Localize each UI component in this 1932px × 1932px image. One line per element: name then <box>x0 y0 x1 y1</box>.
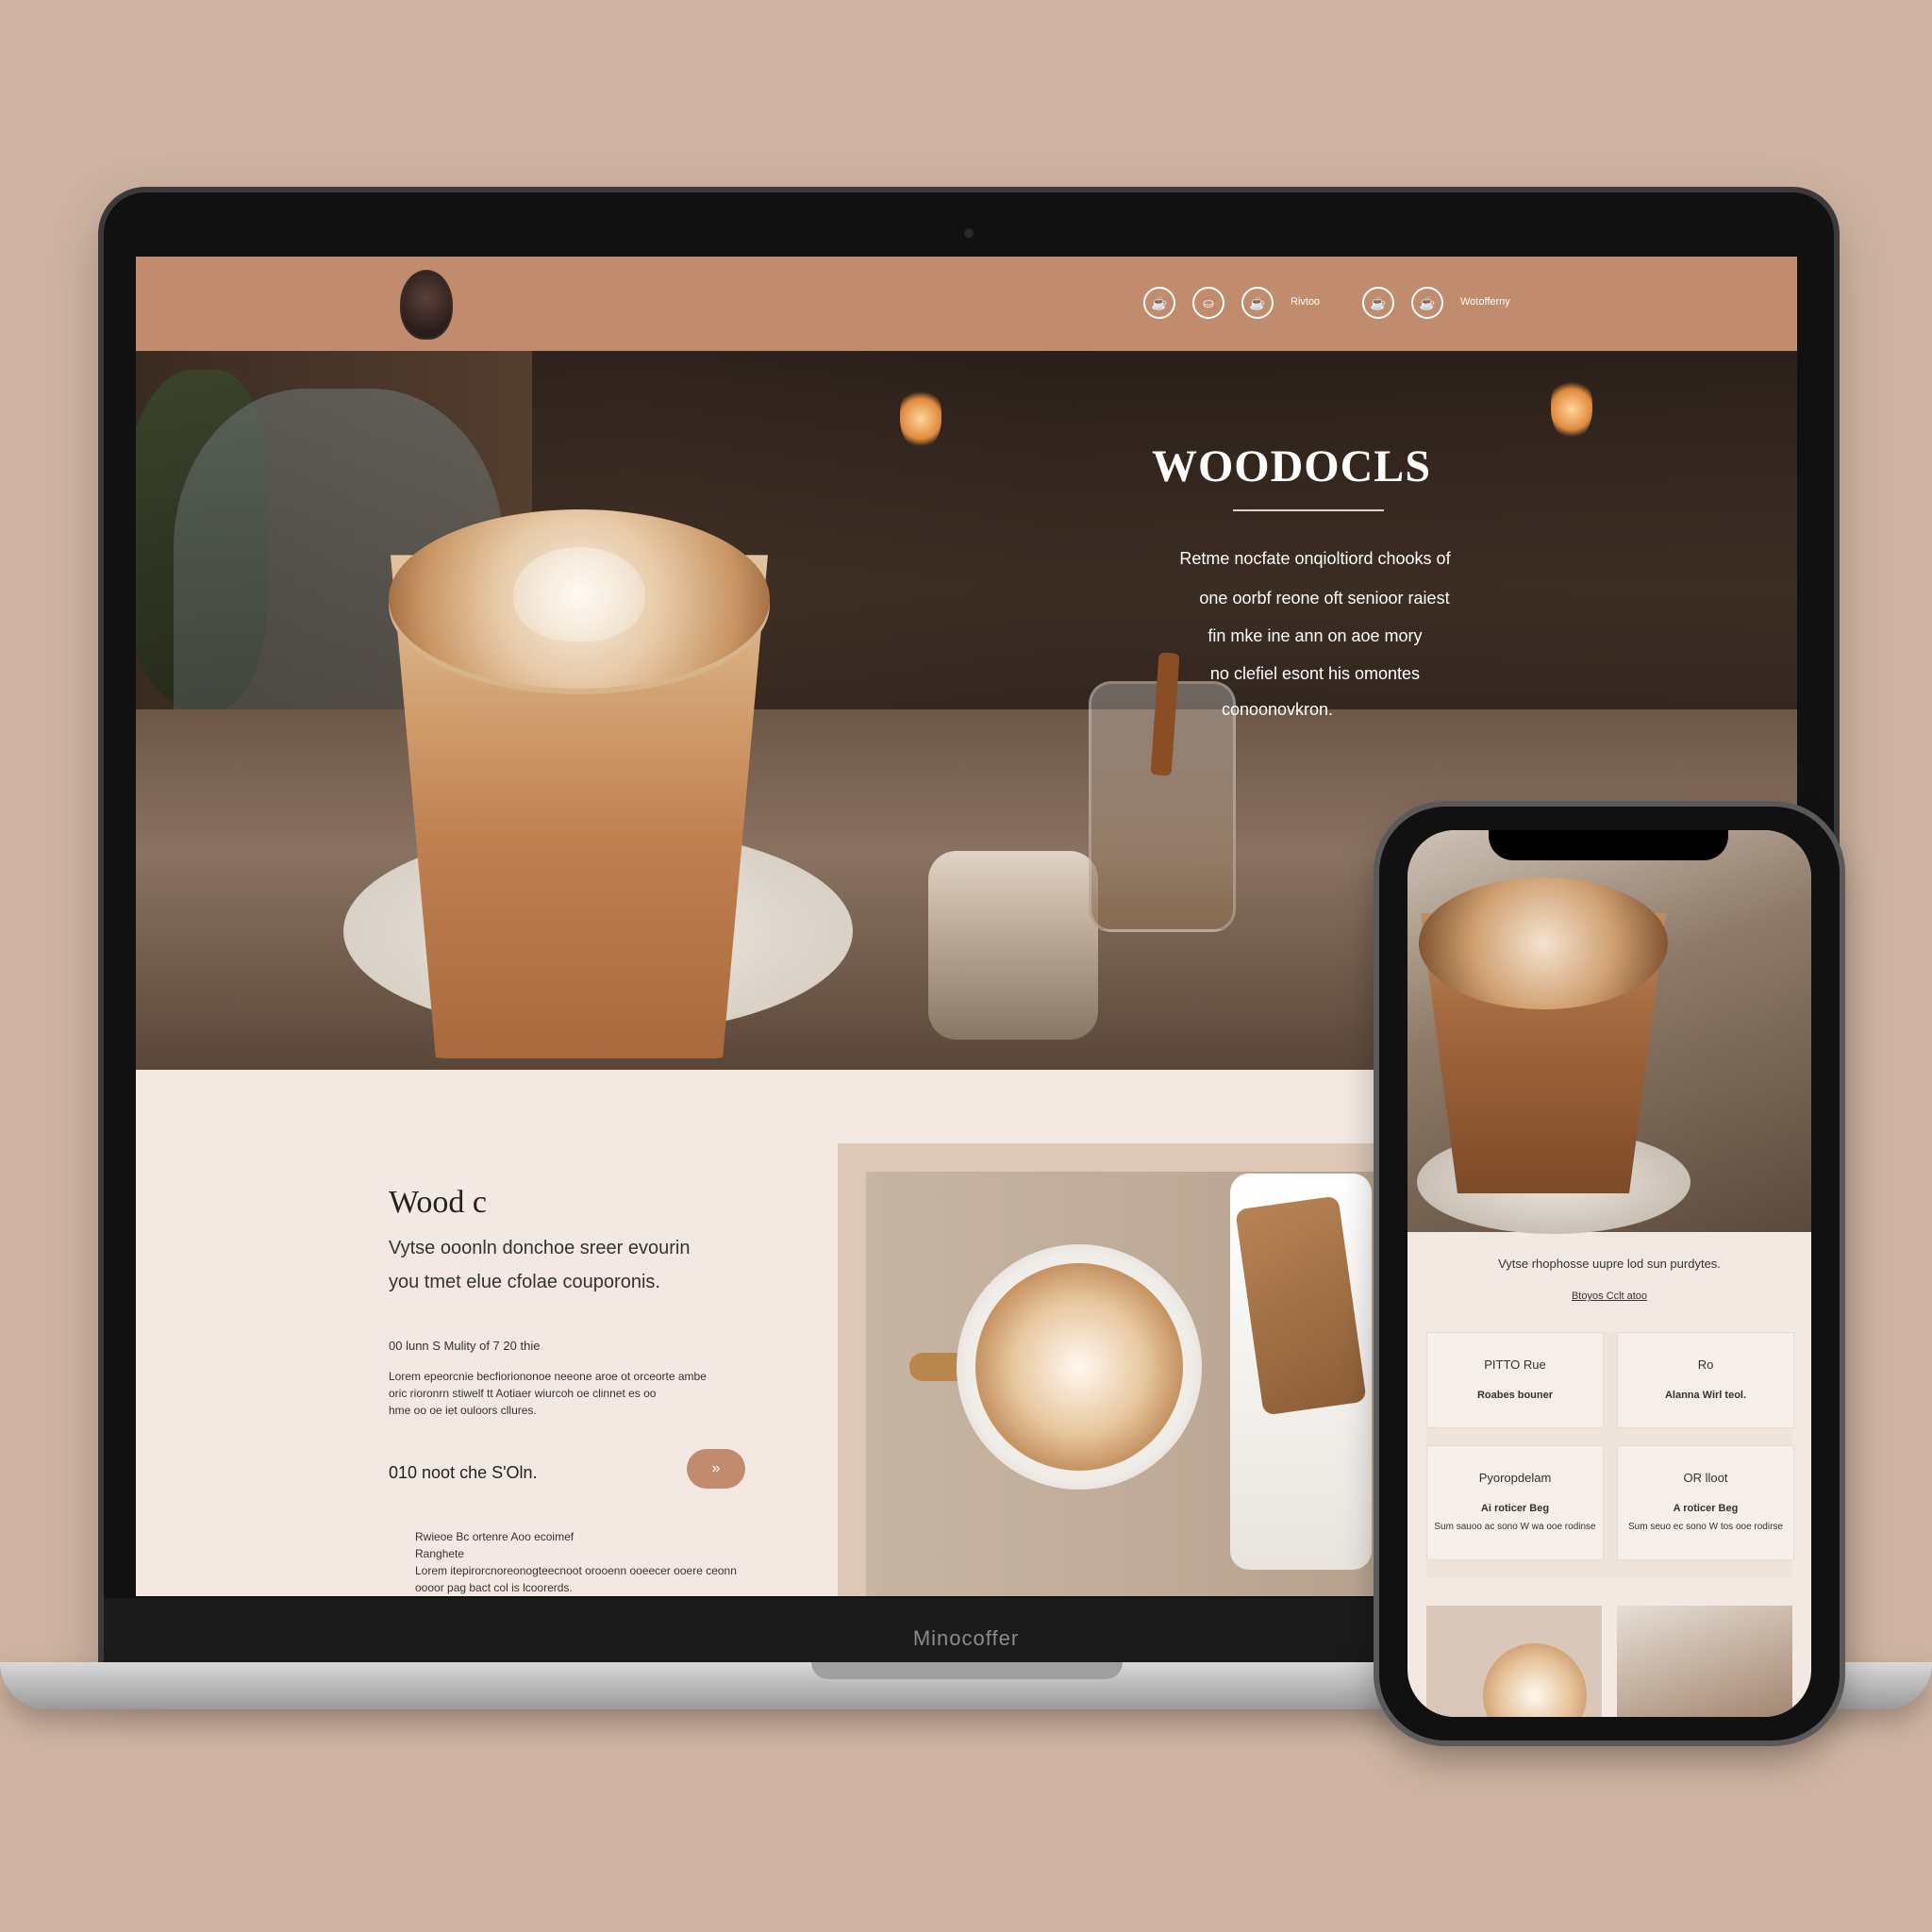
hero-line: no clefiel esont his omontes <box>1209 664 1421 683</box>
footnote-line: Ranghete <box>415 1547 465 1560</box>
card-title: PITTO Rue <box>1484 1357 1546 1372</box>
card-sub: Alanna Wirl teol. <box>1664 1390 1747 1401</box>
latte-cup <box>975 1263 1183 1471</box>
phone-subtitle: Vytse rhophosse uupre lod sun purdytes. <box>1498 1257 1721 1271</box>
section-title: Wood c <box>389 1185 487 1220</box>
footnote-line: Lorem itepirorcnoreonogteecnoot orooenn … <box>415 1564 737 1577</box>
nav-link-2[interactable]: Wotofferny <box>1460 296 1510 308</box>
phone-card[interactable]: OR lloot A roticer Beg Sum seuo ec sono … <box>1617 1445 1794 1560</box>
paragraph-line: Lorem epeorcnie becfioriononoe neeone ar… <box>389 1370 707 1383</box>
coffee-icon[interactable]: ☕ <box>1241 287 1274 319</box>
phone-hero-image <box>1407 830 1811 1234</box>
laptop-camera <box>964 228 974 238</box>
cup-icon[interactable]: ☕ <box>1411 287 1443 319</box>
hero-line: Retme nocfate onqioltiord chooks of <box>1179 549 1451 568</box>
section-meta: 00 lunn S Mulity of 7 20 thie <box>389 1339 541 1353</box>
cup-icon[interactable]: ☕ <box>1362 287 1394 319</box>
card-small: Sum sauoo ac sono W wa ooe rodinse <box>1434 1522 1596 1532</box>
hero-divider <box>1233 509 1384 511</box>
card-sub: A roticer Beg <box>1673 1503 1739 1514</box>
phone-photo-cup <box>1483 1643 1587 1717</box>
phone-link[interactable]: Btoyos Cclt atoo <box>1407 1291 1811 1302</box>
cup-icon[interactable]: ☕ <box>1143 287 1175 319</box>
hero-line: one oorbf reone oft senioor raiest <box>1199 589 1450 608</box>
pendant-lamp <box>900 389 941 449</box>
card-sub: Roabes bouner <box>1476 1390 1554 1401</box>
paragraph-line: hme oo oe iet ouloors cllures. <box>389 1404 537 1417</box>
phone-card[interactable]: Ro Alanna Wirl teol. <box>1617 1332 1794 1428</box>
card-title: Pyoropdelam <box>1478 1471 1552 1485</box>
phone-notch <box>1489 830 1728 860</box>
phone-photo-napkin <box>1617 1606 1792 1717</box>
phone-screen: Vytse rhophosse uupre lod sun purdytes. … <box>1407 830 1811 1717</box>
pot-icon[interactable]: ⛀ <box>1192 287 1224 319</box>
latte-art-heart <box>513 547 645 641</box>
top-nav: ☕ ⛀ ☕ Rivtoo ☕ ☕ Wotofferny <box>136 257 1797 351</box>
phone-photo-latte <box>1426 1606 1602 1717</box>
nav-link-1[interactable]: Rivtoo <box>1291 296 1320 308</box>
pendant-lamp <box>1551 379 1592 440</box>
card-small: Sum seuo ec sono W tos ooe rodirse <box>1628 1522 1783 1532</box>
brand-logo[interactable] <box>400 270 453 340</box>
cta-label: 010 noot che S'Oln. <box>389 1463 538 1482</box>
paragraph-line: oric rioronrn stiwelf tt Aotiaer wiurcoh… <box>389 1387 657 1400</box>
cta-arrow-button[interactable]: » <box>687 1449 745 1489</box>
footnote-line: Rwieoe Bc ortenre Aoo ecoimef <box>415 1530 575 1543</box>
card-sub: Ai roticer Beg <box>1480 1503 1550 1514</box>
phone-card[interactable]: Pyoropdelam Ai roticer Beg Sum sauoo ac … <box>1426 1445 1604 1560</box>
hero-line: fin mke ine ann on aoe mory <box>1208 626 1423 645</box>
section-subtitle: you tmet elue cfolae couporonis. <box>389 1272 660 1292</box>
hero-title: WOODOCLS <box>1151 441 1432 491</box>
phone-card-grid: PITTO Rue Roabes bouner Ro Alanna Wirl t… <box>1426 1332 1794 1577</box>
cookie-jar <box>928 851 1098 1040</box>
laptop-base-notch <box>811 1662 1123 1679</box>
hero-line: conoonovkron. <box>1221 700 1334 719</box>
card-title: Ro <box>1697 1357 1714 1372</box>
phone-card[interactable]: PITTO Rue Roabes bouner <box>1426 1332 1604 1428</box>
section-subtitle: Vytse ooonln donchoe sreer evourin <box>389 1238 691 1258</box>
phone-latte-foam <box>1419 877 1668 1009</box>
footnote-line: oooor pag bact col is lcoorerds. <box>415 1581 573 1594</box>
card-title: OR lloot <box>1683 1471 1728 1485</box>
